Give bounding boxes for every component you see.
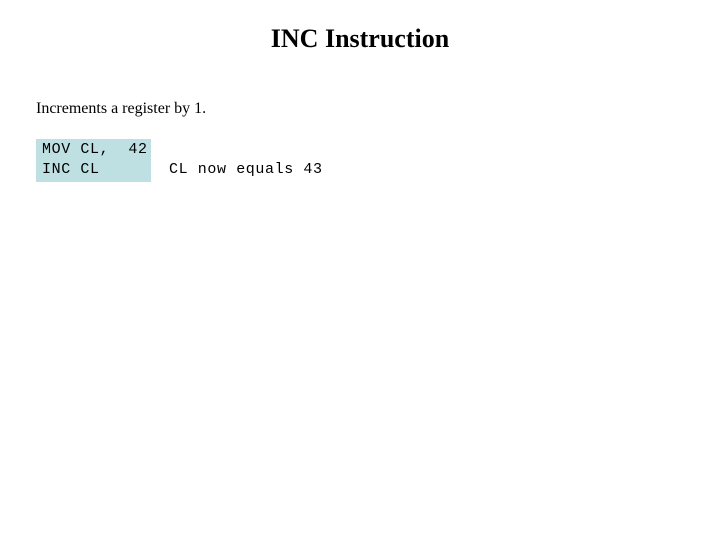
code-line-1: MOV CL, 42 — [42, 141, 148, 158]
code-result-comment: CL now equals 43 — [169, 161, 323, 178]
code-line-2: INC CL — [42, 161, 100, 178]
body-description: Increments a register by 1. — [36, 100, 207, 117]
slide-canvas: INC Instruction Increments a register by… — [0, 0, 720, 540]
code-listing: MOV CL, 42 INC CL CL now equals 43 — [36, 139, 656, 183]
page-title: INC Instruction — [270, 24, 450, 53]
